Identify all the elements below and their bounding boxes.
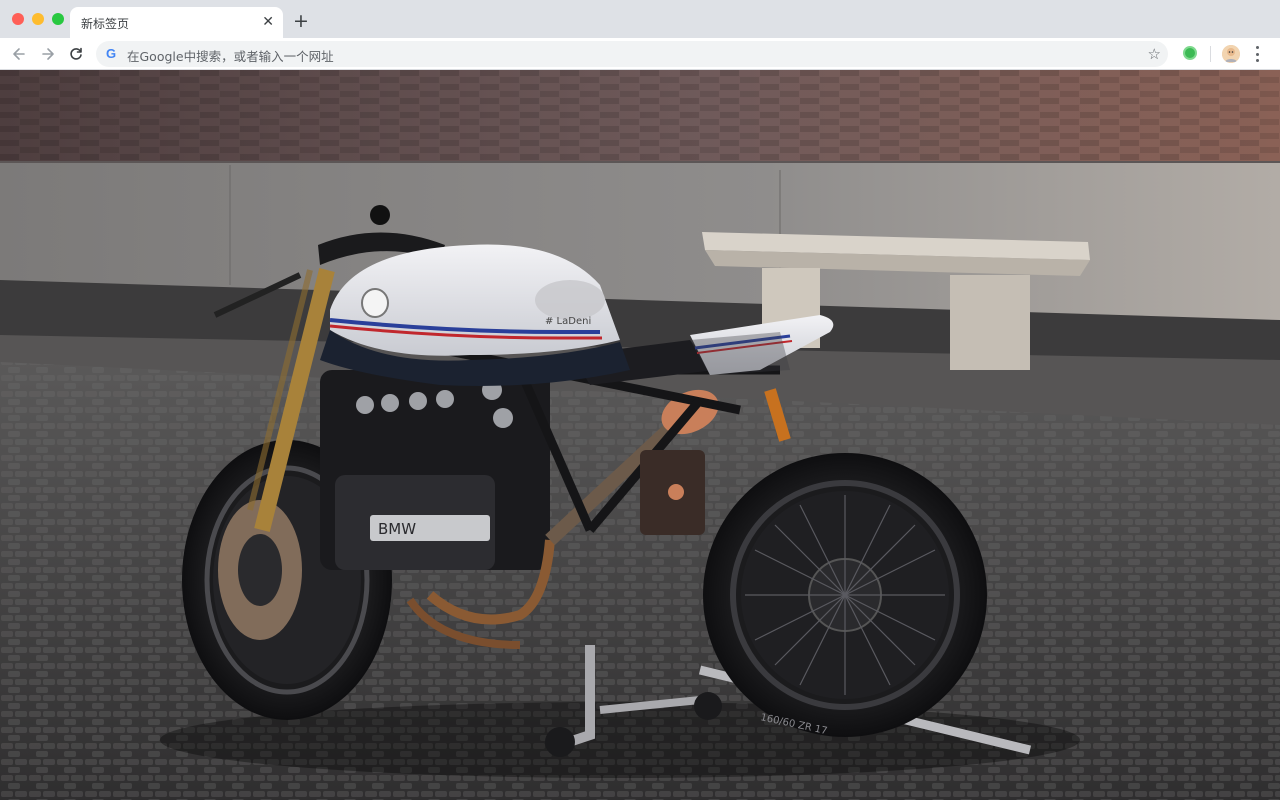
address-bar[interactable]: G 在Google中搜索，或者输入一个网址 ☆: [96, 41, 1168, 67]
browser-chrome: 新标签页 ✕ + G 在Google中搜索，或者输入一个网址 ☆: [0, 0, 1280, 70]
maximize-window-button[interactable]: [52, 13, 64, 25]
star-icon[interactable]: ☆: [1148, 44, 1161, 64]
arrow-right-icon[interactable]: [38, 44, 58, 64]
minimize-window-button[interactable]: [32, 13, 44, 25]
toolbar-divider: [1210, 46, 1211, 62]
close-window-button[interactable]: [12, 13, 24, 25]
tab-new-tab[interactable]: 新标签页 ✕: [70, 7, 283, 38]
reload-icon[interactable]: [66, 44, 86, 64]
green-circle-icon[interactable]: [1183, 46, 1197, 60]
toolbar: G 在Google中搜索，或者输入一个网址 ☆: [0, 38, 1280, 70]
new-tab-background: BMW # LaDeni 160/60 ZR 17: [0, 70, 1280, 800]
google-g-icon: G: [106, 46, 117, 61]
avatar-icon[interactable]: [1222, 45, 1240, 63]
address-bar-placeholder: 在Google中搜索，或者输入一个网址: [127, 49, 334, 64]
tab-title: 新标签页: [81, 17, 130, 31]
close-icon[interactable]: ✕: [262, 13, 274, 31]
window-controls: [12, 13, 64, 25]
engine-badge: BMW: [378, 520, 416, 538]
tank-text: # LaDeni: [545, 316, 591, 327]
plus-icon[interactable]: +: [293, 11, 309, 31]
arrow-left-icon[interactable]: [9, 44, 29, 64]
motorcycle-wallpaper: BMW # LaDeni 160/60 ZR 17: [0, 70, 1280, 800]
kebab-menu-icon[interactable]: [1254, 46, 1260, 62]
